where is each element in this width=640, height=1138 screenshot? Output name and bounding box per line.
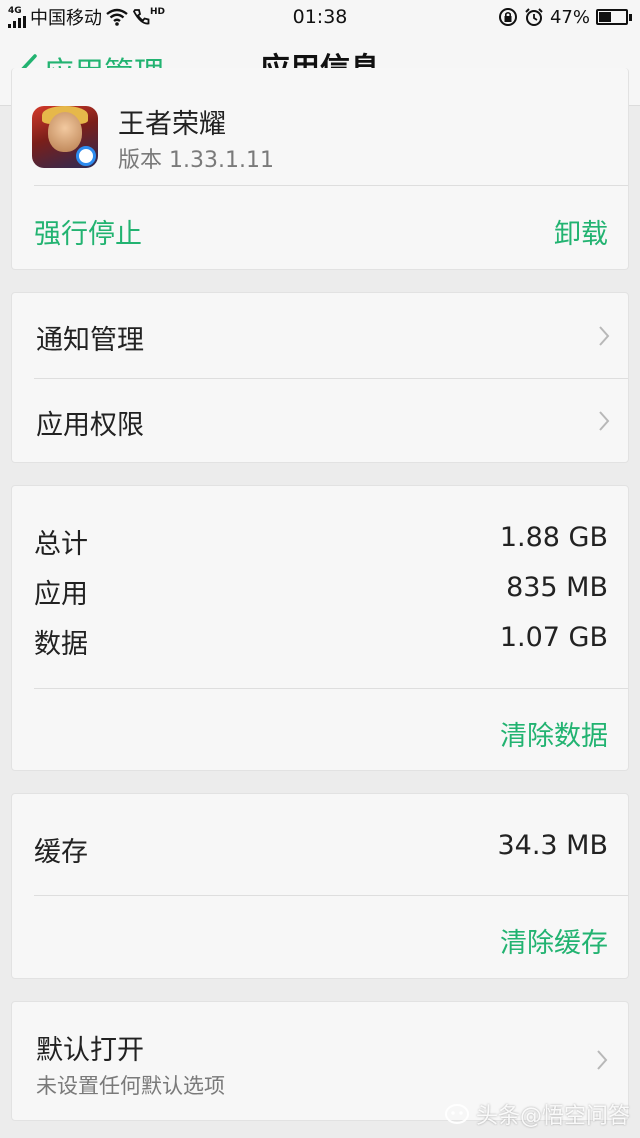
status-right: 47% [498,0,632,34]
status-bar: 4G 中国移动 HD 01:38 47% [0,0,640,34]
chevron-right-icon [599,411,610,431]
chevron-right-icon [599,326,610,346]
battery-icon [596,9,632,25]
notification-settings-label: 通知管理 [36,325,144,356]
watermark-text: 头条@悟空问答 [475,1104,630,1129]
app-permissions-label: 应用权限 [36,410,144,441]
chevron-right-icon [597,1050,608,1070]
clear-data-button[interactable]: 清除数据 [500,714,608,753]
battery-percent: 47% [549,6,590,28]
storage-total-value: 1.88 GB [499,522,608,553]
storage-total-label: 总计 [34,529,88,560]
wukong-logo-icon [444,1104,469,1124]
storage-card: 总计 1.88 GB 应用 835 MB 数据 1.07 GB 清除数据 [11,485,629,771]
storage-data-label: 数据 [34,629,88,660]
cache-card: 缓存 34.3 MB 清除缓存 [11,793,629,979]
app-name: 王者荣耀 [118,109,226,140]
storage-app-label: 应用 [34,579,88,610]
app-icon [32,106,98,168]
storage-data-value: 1.07 GB [499,622,608,653]
default-open-title: 默认打开 [36,1035,144,1066]
default-open-subtitle: 未设置任何默认选项 [36,1074,225,1098]
force-stop-button[interactable]: 强行停止 [34,212,142,251]
watermark: 头条@悟空问答 [444,1098,630,1130]
app-info-screen: 4G 中国移动 HD 01:38 47% 王者荣耀 版本 1.33.1.11 强… [0,0,640,1138]
storage-app-value: 835 MB [506,572,608,603]
cache-label: 缓存 [34,837,88,868]
alarm-icon [525,8,543,26]
cache-value: 34.3 MB [497,830,608,861]
app-version: 版本 1.33.1.11 [118,148,274,173]
uninstall-button[interactable]: 卸载 [554,212,608,251]
clear-cache-button[interactable]: 清除缓存 [500,921,608,960]
notification-settings-item[interactable]: 通知管理 [12,293,630,378]
tencent-badge-icon [76,146,96,166]
rotation-lock-icon [498,8,517,26]
app-permissions-item[interactable]: 应用权限 [12,379,630,464]
settings-card: 通知管理 应用权限 [11,292,629,463]
